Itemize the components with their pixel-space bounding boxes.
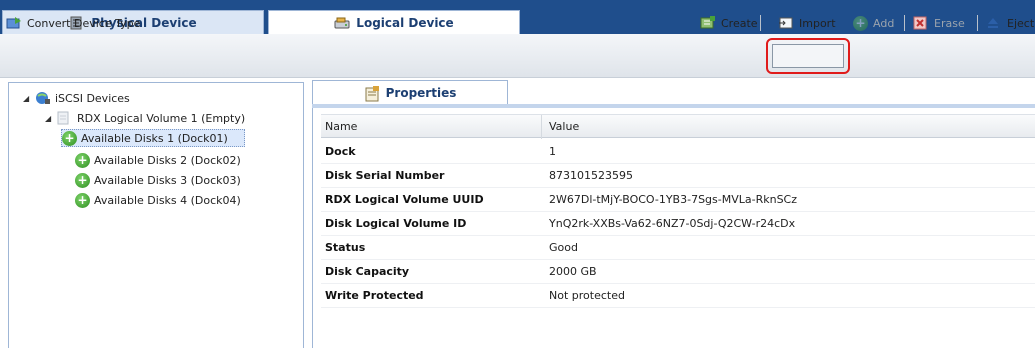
toolbar-separator — [904, 15, 905, 31]
toolbar — [0, 34, 1035, 78]
tree-disk-label: Available Disks 3 (Dock03) — [94, 173, 241, 187]
table-row[interactable]: RDX Logical Volume UUID 2W67Dl-tMjY-BOCO… — [321, 188, 1035, 212]
tree-item-disk-2[interactable]: + Available Disks 2 (Dock02) — [75, 151, 241, 169]
drive-icon — [334, 16, 350, 30]
globe-icon — [35, 91, 51, 105]
table-row[interactable]: Dock 1 — [321, 140, 1035, 164]
collapse-arrow-icon[interactable]: ◢ — [23, 94, 31, 103]
table-row[interactable]: Disk Capacity 2000 GB — [321, 260, 1035, 284]
property-name: Disk Serial Number — [325, 169, 445, 182]
grid-header: Name Value — [321, 114, 1035, 139]
property-value: 1 — [549, 145, 556, 158]
property-value: YnQ2rk-XXBs-Va62-6NZ7-0Sdj-Q2CW-r24cDx — [549, 217, 796, 230]
available-disk-icon: + — [62, 130, 77, 146]
property-name: Status — [325, 241, 366, 254]
create-button[interactable]: Create — [700, 13, 758, 33]
available-disk-icon: + — [75, 152, 90, 168]
property-value: Not protected — [549, 289, 625, 302]
device-tree: ◢ iSCSI Devices ◢ RDX Logical Volume 1 (… — [8, 82, 304, 348]
properties-grid: Name Value Dock 1 Disk Serial Number 873… — [312, 108, 1035, 348]
tab-logical-device[interactable]: Logical Device — [268, 10, 520, 34]
table-row[interactable]: Disk Logical Volume ID YnQ2rk-XXBs-Va62-… — [321, 212, 1035, 236]
property-name: Dock — [325, 145, 356, 158]
collapse-arrow-icon[interactable]: ◢ — [45, 114, 53, 123]
tree-item-disk-3[interactable]: + Available Disks 3 (Dock03) — [75, 171, 241, 189]
tree-disk-label: Available Disks 4 (Dock04) — [94, 193, 241, 207]
property-value: Good — [549, 241, 578, 254]
property-value: 873101523595 — [549, 169, 633, 182]
tree-root-label: iSCSI Devices — [55, 91, 130, 105]
tree-disk-label: Available Disks 1 (Dock01) — [81, 131, 228, 145]
tree-disk-label: Available Disks 2 (Dock02) — [94, 153, 241, 167]
import-label: Import — [799, 16, 836, 30]
table-row[interactable]: Disk Serial Number 873101523595 — [321, 164, 1035, 188]
tab-properties[interactable]: Properties — [312, 80, 508, 104]
erase-label: Erase — [934, 16, 965, 30]
convert-icon — [6, 16, 22, 30]
tab-logical-label: Logical Device — [356, 15, 454, 30]
add-icon: + — [853, 15, 868, 31]
tree-item-disk-4[interactable]: + Available Disks 4 (Dock04) — [75, 191, 241, 209]
available-disk-icon: + — [75, 172, 90, 188]
table-row[interactable]: Status Good — [321, 236, 1035, 260]
convert-device-type-button[interactable]: Convert Device Type — [6, 13, 140, 33]
table-row[interactable]: Write Protected Not protected — [321, 284, 1035, 308]
volume-icon — [57, 111, 73, 125]
erase-icon — [913, 16, 929, 30]
import-highlight-box — [766, 38, 850, 74]
create-label: Create — [721, 16, 758, 30]
eject-label: Eject — [1007, 16, 1035, 30]
add-button[interactable]: + Add — [853, 13, 894, 33]
available-disk-icon: + — [75, 192, 90, 208]
properties-icon — [364, 85, 380, 101]
property-name: Write Protected — [325, 289, 424, 302]
tree-item-disk-1[interactable]: + Available Disks 1 (Dock01) — [61, 129, 245, 147]
property-value: 2000 GB — [549, 265, 597, 278]
toolbar-separator — [977, 15, 978, 31]
property-name: Disk Capacity — [325, 265, 410, 278]
property-name: Disk Logical Volume ID — [325, 217, 467, 230]
tree-root-iscsi-devices[interactable]: ◢ iSCSI Devices — [23, 89, 130, 107]
toolbar-separator — [760, 15, 761, 31]
property-name: RDX Logical Volume UUID — [325, 193, 484, 206]
header-value[interactable]: Value — [549, 120, 579, 133]
property-value: 2W67Dl-tMjY-BOCO-1YB3-7Sgs-MVLa-RknSCz — [549, 193, 798, 206]
properties-tab-label: Properties — [385, 85, 457, 100]
header-name[interactable]: Name — [325, 120, 357, 133]
create-icon — [700, 16, 716, 30]
eject-icon — [986, 16, 1002, 30]
import-button[interactable]: Import — [778, 13, 836, 33]
column-separator[interactable] — [541, 115, 542, 139]
tree-item-volume[interactable]: ◢ RDX Logical Volume 1 (Empty) — [45, 109, 245, 127]
eject-button[interactable]: Eject — [986, 13, 1034, 33]
erase-button[interactable]: Erase — [913, 13, 965, 33]
convert-label: Convert Device Type — [27, 16, 141, 30]
tree-volume-label: RDX Logical Volume 1 (Empty) — [77, 111, 246, 125]
import-icon — [778, 16, 794, 30]
add-label: Add — [873, 16, 895, 30]
